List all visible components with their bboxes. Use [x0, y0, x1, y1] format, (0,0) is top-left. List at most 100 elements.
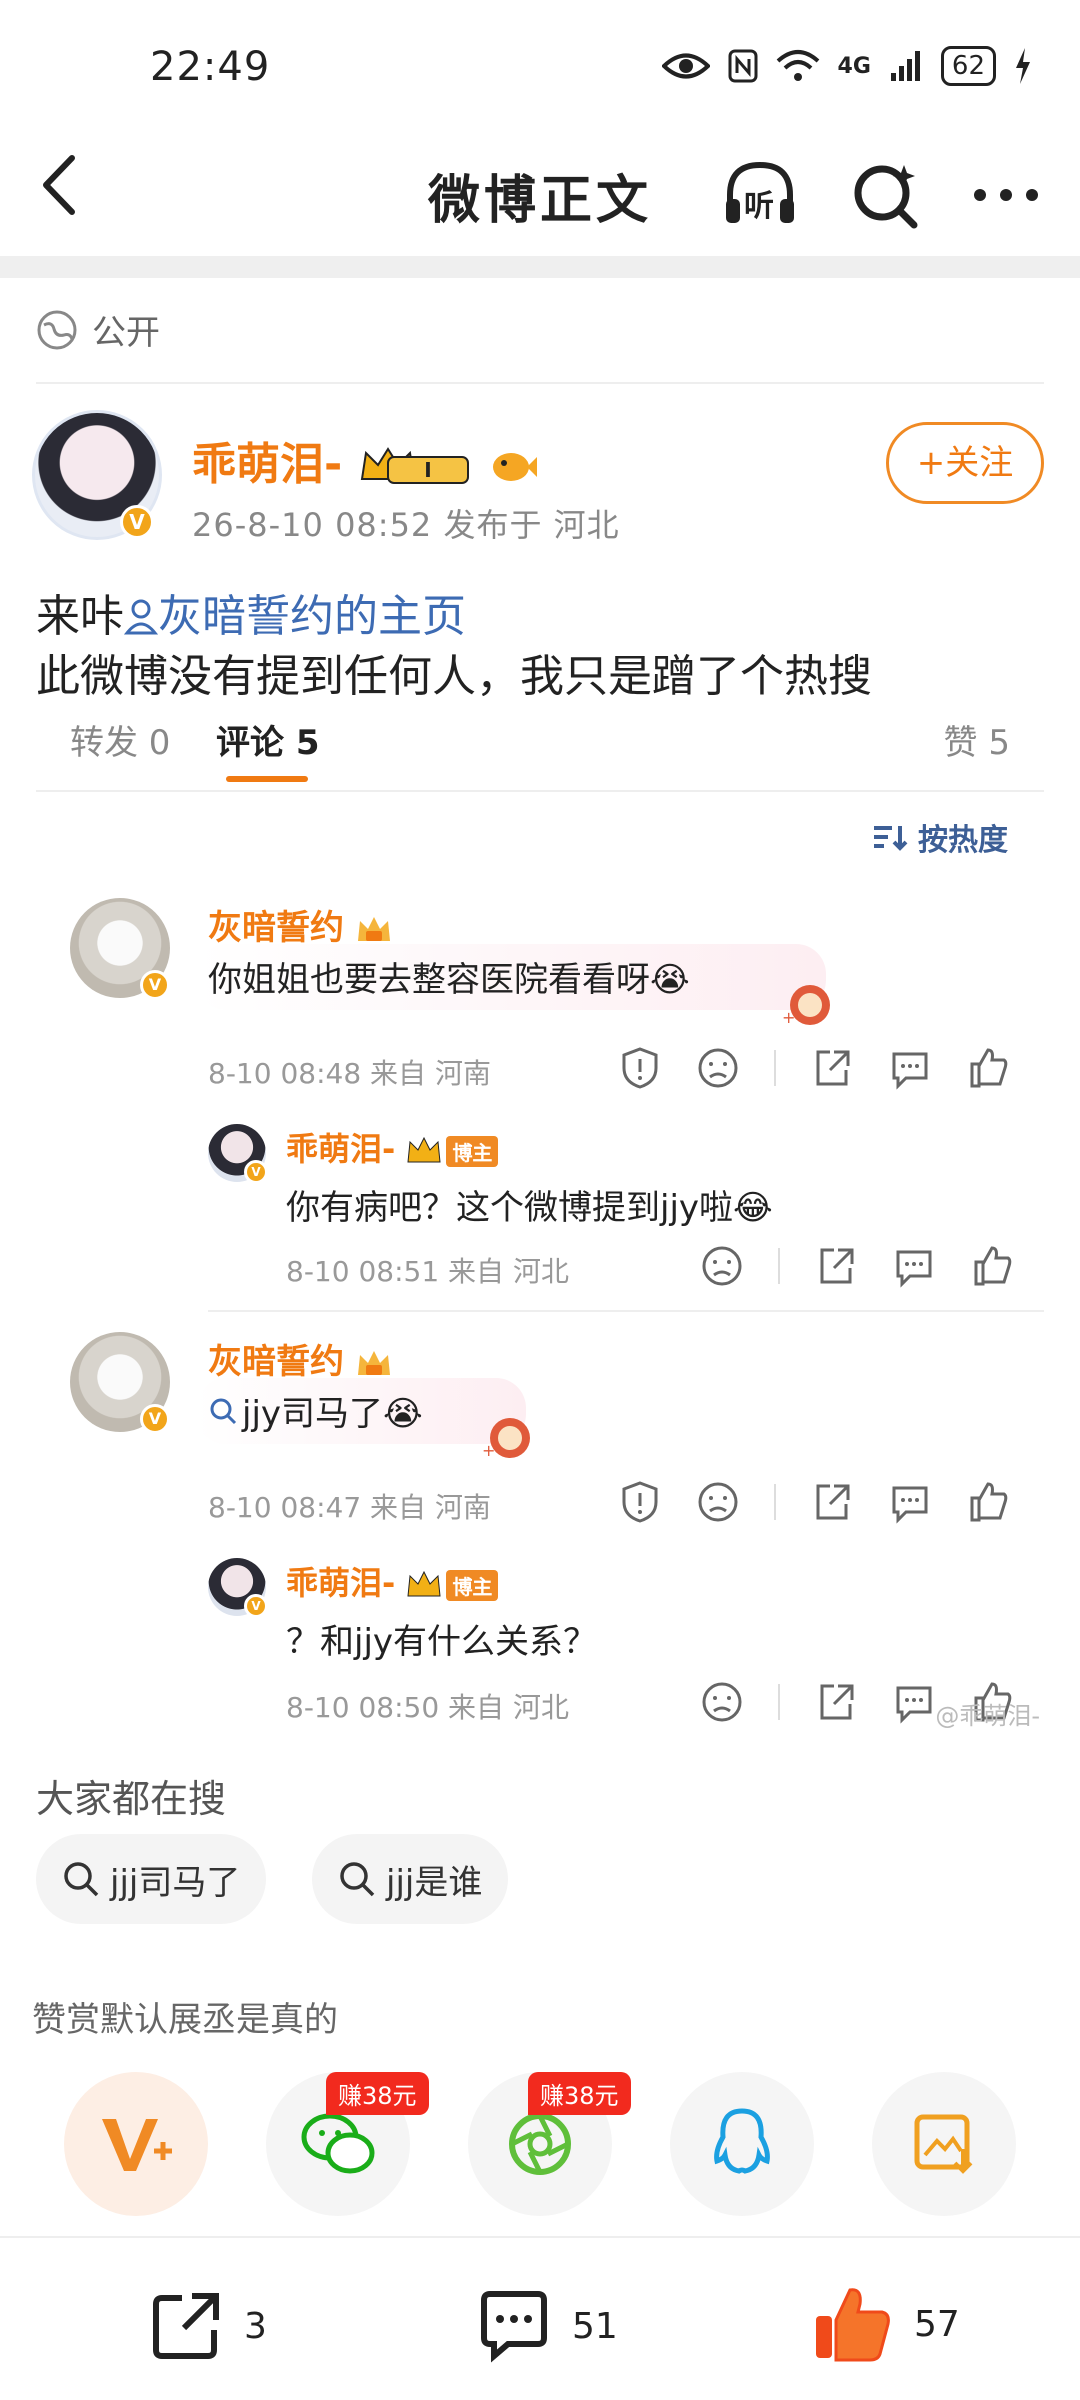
blogger-tag: 博主 [446, 1569, 499, 1601]
hot-search-chip[interactable]: jjj是谁 [312, 1834, 509, 1924]
status-icons: 4G 62 [661, 46, 1032, 86]
reply-icon[interactable] [892, 1244, 936, 1288]
bottom-action-bar: 3 51 57 [0, 2236, 1080, 2400]
share-icon[interactable] [810, 1480, 854, 1524]
action-divider [778, 1248, 780, 1284]
v-plus-icon [102, 2119, 172, 2171]
sort-button[interactable]: 按热度 [872, 815, 1008, 859]
battery-indicator: 62 [940, 46, 996, 86]
tab-repost[interactable]: 转发 0 [70, 715, 170, 764]
share-icon[interactable] [810, 1046, 854, 1090]
comment-action[interactable]: 51 [476, 2288, 618, 2364]
qq-icon [714, 2108, 770, 2174]
visibility-label: 公开 [92, 313, 160, 353]
like-action[interactable]: 57 [810, 2282, 960, 2366]
vip-crown-icon: I [360, 447, 469, 484]
search-icon[interactable] [846, 155, 926, 235]
comment-text: 你姐姐也要去整容医院看看呀😭 [208, 960, 690, 1000]
action-divider [778, 1684, 780, 1720]
search-icon [64, 1862, 99, 1897]
search-link-icon [210, 1398, 237, 1424]
author-name[interactable]: 乖萌泪- I [192, 428, 539, 492]
comment-text[interactable]: jjy司马了😭 [242, 1386, 423, 1435]
follow-button[interactable]: +关注 [886, 422, 1044, 504]
share-icon[interactable] [814, 1244, 858, 1288]
wechat-icon [301, 2113, 375, 2174]
report-icon[interactable] [618, 1480, 662, 1524]
sort-label: 按热度 [918, 823, 1008, 858]
like-icon[interactable] [970, 1244, 1014, 1288]
commenter-name[interactable]: 灰暗誓约 [208, 900, 392, 949]
crown-badge-icon [357, 916, 390, 941]
verified-badge: V [120, 505, 154, 539]
author-name-text: 乖萌泪- [192, 439, 343, 490]
reply-icon[interactable] [892, 1680, 936, 1724]
watermark: @乖萌泪- [935, 1702, 1040, 1730]
reply-icon[interactable] [888, 1046, 932, 1090]
dislike-face-icon[interactable] [696, 1046, 740, 1090]
crown-badge-icon [407, 1570, 441, 1597]
earn-badge: 赚38元 [528, 2072, 631, 2115]
mention-link[interactable]: 灰暗誓约的主页 [123, 591, 466, 642]
report-icon[interactable] [618, 1046, 662, 1090]
comment-text-row: jjy司马了😭 [208, 1386, 423, 1435]
reply-meta: 8-10 08:51 来自 河北 [286, 1255, 569, 1288]
comment-meta: 8-10 08:48 来自 河南 [208, 1057, 491, 1090]
hot-search-title: 大家都在搜 [36, 1777, 227, 1821]
crown-badge-icon [357, 1350, 390, 1375]
verified-badge: V [140, 1404, 170, 1434]
reply-author-name-text: 乖萌泪- [286, 1130, 396, 1168]
repost-icon [153, 2293, 219, 2359]
sort-icon [874, 826, 908, 851]
action-divider [774, 1050, 776, 1086]
comment-actions [618, 1480, 1010, 1524]
reply-author-name[interactable]: 乖萌泪- 博主 [286, 1558, 499, 1604]
tab-like[interactable]: 赞 5 [944, 715, 1010, 764]
commenter-name-text: 灰暗誓约 [208, 1342, 344, 1382]
user-icon [123, 599, 159, 635]
svg-text:+: + [782, 1008, 795, 1027]
tab-underline [226, 776, 308, 782]
wifi-icon [776, 50, 819, 81]
action-divider [774, 1484, 776, 1520]
eye-icon [661, 53, 710, 79]
hot-search-chip-label: jjj司马了 [110, 1862, 241, 1903]
comment-actions [618, 1046, 1010, 1090]
reply-text: ？和jjy有什么关系？ [286, 1622, 598, 1662]
moments-icon [509, 2113, 571, 2175]
listen-button[interactable]: 听 [720, 155, 800, 235]
like-icon[interactable] [966, 1046, 1010, 1090]
share-weibo-vip[interactable] [64, 2072, 208, 2216]
globe-icon [37, 310, 77, 349]
share-qq[interactable] [670, 2072, 814, 2216]
status-time: 22:49 [150, 44, 271, 90]
reply-text: 你有病吧？这个微博提到jjy啦😂 [286, 1188, 773, 1228]
liked-thumb-icon [816, 2288, 890, 2362]
repost-action[interactable]: 3 [148, 2288, 267, 2364]
comment-icon [481, 2291, 547, 2363]
share-save-image[interactable] [872, 2072, 1016, 2216]
charging-icon [1016, 48, 1030, 84]
share-icon[interactable] [814, 1680, 858, 1724]
dislike-face-icon[interactable] [700, 1680, 744, 1724]
signal-icon [890, 51, 920, 81]
hot-search-chip-label: jjj是谁 [386, 1862, 483, 1903]
dislike-face-icon[interactable] [696, 1480, 740, 1524]
more-icon[interactable] [966, 165, 1046, 225]
tab-comment[interactable]: 评论 5 [216, 715, 320, 764]
repost-count: 3 [244, 2305, 267, 2347]
mention-text: 灰暗誓约的主页 [158, 591, 466, 642]
like-icon[interactable] [966, 1480, 1010, 1524]
section-separator [0, 256, 1080, 278]
crown-badge-icon [407, 1136, 441, 1163]
hot-search-chip[interactable]: jjj司马了 [36, 1834, 267, 1924]
dislike-face-icon[interactable] [700, 1244, 744, 1288]
reply-author-name[interactable]: 乖萌泪- 博主 [286, 1124, 499, 1170]
reply-icon[interactable] [888, 1480, 932, 1524]
visibility-row: 公开 [36, 305, 160, 354]
reply-actions [700, 1244, 1014, 1288]
decoration-sticker-icon: + [782, 985, 830, 1027]
earn-badge: 赚38元 [326, 2072, 429, 2115]
nfc-icon [728, 49, 758, 83]
commenter-name[interactable]: 灰暗誓约 [208, 1334, 392, 1383]
